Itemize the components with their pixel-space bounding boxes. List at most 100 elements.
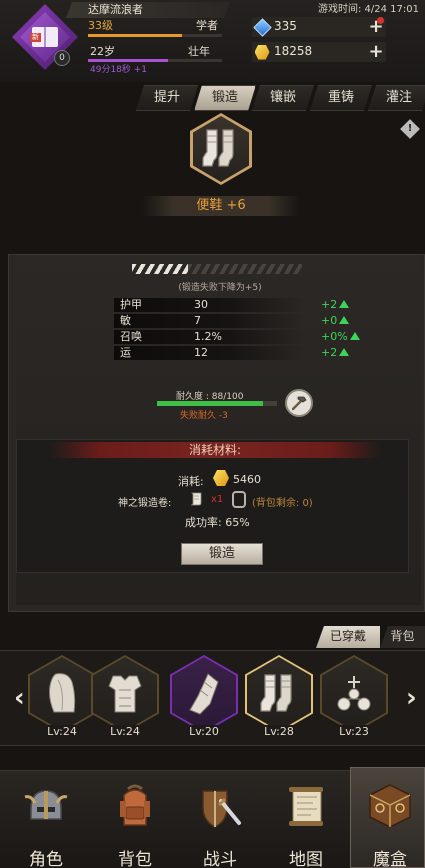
add-gem-button[interactable]: +: [368, 17, 384, 36]
info-icon[interactable]: !: [400, 119, 420, 139]
cost-value: 5460: [233, 473, 261, 486]
tab-reforge[interactable]: 重铸: [310, 85, 372, 111]
stat-value: 30: [194, 298, 208, 311]
book-icon: 新: [30, 27, 58, 47]
item-level: Lv:24: [91, 725, 159, 738]
tab-upgrade[interactable]: 提升: [136, 85, 198, 111]
fail-durability: 失败耐久 -3: [180, 411, 228, 421]
stat-increase: +0%: [321, 330, 348, 343]
tab-forge[interactable]: 锻造: [194, 85, 256, 111]
nav-label: 背包: [118, 850, 152, 868]
item-name: 便鞋 +6: [142, 196, 300, 216]
up-arrow-icon: [339, 348, 350, 356]
tab-bag[interactable]: 背包: [380, 626, 425, 648]
success-rate: 成功率: 65%: [185, 516, 250, 529]
age-stage: 壮年: [188, 45, 210, 58]
item-slot[interactable]: [190, 113, 252, 185]
stat-value: 12: [194, 346, 208, 359]
nav-backpack[interactable]: 背包: [95, 775, 175, 868]
helmet-icon: [24, 790, 68, 820]
forge-tabs: 提升 锻造 镶嵌 重铸 灌注: [136, 85, 425, 111]
boots-icon: [202, 129, 234, 167]
equipment-item[interactable]: Lv:20: [170, 655, 238, 738]
nav-label: 战斗: [203, 850, 237, 868]
player-level: 33级: [88, 19, 113, 32]
gem-icon: [252, 17, 272, 37]
level-row: 33级 学者: [88, 18, 222, 34]
nav-label: 地图: [289, 850, 323, 868]
scroll-label: 神之锻造卷:: [118, 498, 172, 509]
gauntlet-icon: [189, 673, 219, 715]
up-arrow-icon: [339, 316, 350, 324]
player-age: 22岁: [90, 45, 115, 58]
repair-button[interactable]: [285, 389, 313, 417]
cost-label: 消耗:: [178, 475, 204, 488]
forge-fail-warning: (锻造失败下降为+5): [178, 283, 262, 293]
stat-increase: +0: [321, 314, 338, 327]
tab-equipped[interactable]: 已穿戴: [316, 626, 380, 648]
up-arrow-icon: [349, 332, 360, 340]
equipment-item[interactable]: Lv:24: [28, 655, 96, 738]
add-gold-button[interactable]: +: [368, 43, 384, 61]
nav-battle[interactable]: 战斗: [180, 775, 260, 868]
sword-shield-icon: [202, 790, 241, 828]
scroll-right-button[interactable]: ›: [406, 683, 417, 713]
gold-counter: 18258 +: [252, 42, 386, 62]
item-level: Lv:23: [320, 725, 388, 738]
avatar-level-badge: 0: [54, 50, 70, 66]
durability-bar: [157, 401, 277, 406]
nav-character[interactable]: 角色: [6, 775, 86, 868]
armor-icon: [108, 675, 142, 713]
item-level: Lv:24: [28, 725, 96, 738]
stat-row: 敏 7 +0: [114, 314, 414, 329]
amulet-icon: [337, 676, 371, 711]
scroll-remain: (背包剩余: 0): [252, 498, 313, 509]
stat-increase: +2: [321, 298, 338, 311]
equipment-item[interactable]: Lv:23: [320, 655, 388, 738]
stat-name: 运: [120, 346, 131, 359]
tab-infuse[interactable]: 灌注: [368, 85, 425, 111]
nav-label: 魔盒: [373, 850, 407, 868]
map-scroll-icon: [289, 787, 323, 826]
forge-button[interactable]: 锻造: [181, 543, 263, 565]
materials-title: 消耗材料:: [50, 442, 380, 458]
exp-bar: [88, 34, 222, 37]
nav-map[interactable]: 地图: [266, 775, 346, 868]
backpack-icon: [120, 784, 150, 826]
notification-dot: [377, 17, 384, 24]
player-name: 达摩流浪者: [66, 2, 230, 18]
age-row: 22岁 壮年: [88, 45, 222, 59]
scroll-icon[interactable]: [189, 491, 205, 507]
equipment-item-selected[interactable]: Lv:28: [245, 655, 313, 738]
stat-name: 召唤: [120, 330, 142, 343]
stat-row: 运 12 +2: [114, 346, 414, 361]
nav-label: 角色: [29, 850, 63, 868]
stat-name: 敏: [120, 314, 131, 327]
scroll-left-button[interactable]: ‹: [14, 683, 25, 713]
nav-magic-box[interactable]: 魔盒: [350, 775, 425, 868]
stat-row: 护甲 30 +2: [114, 298, 414, 313]
boots-icon: [260, 674, 292, 712]
gold-icon: [252, 42, 272, 62]
scroll-slot[interactable]: [232, 491, 246, 508]
gem-amount: 335: [274, 19, 297, 33]
gem-counter: 335 +: [252, 17, 386, 37]
stat-increase: +2: [321, 346, 338, 359]
stat-value: 7: [194, 314, 201, 327]
hammer-icon: [291, 396, 307, 411]
item-level: Lv:28: [245, 725, 313, 738]
forge-progress: [132, 264, 302, 274]
up-arrow-icon: [339, 300, 350, 308]
equipment-item[interactable]: Lv:24: [91, 655, 159, 738]
cloak-icon: [49, 673, 76, 713]
item-level: Lv:20: [170, 725, 238, 738]
avatar-badge: 新: [30, 33, 41, 42]
magic-box-icon: [369, 784, 411, 828]
player-title: 学者: [196, 19, 218, 32]
tab-inlay[interactable]: 镶嵌: [252, 85, 314, 111]
stat-value: 1.2%: [194, 330, 222, 343]
age-timer: 49分18秒 +1: [90, 65, 148, 75]
stat-name: 护甲: [120, 298, 142, 311]
game-time: 游戏时间: 4/24 17:01: [318, 4, 420, 15]
scroll-count: x1: [211, 494, 224, 505]
